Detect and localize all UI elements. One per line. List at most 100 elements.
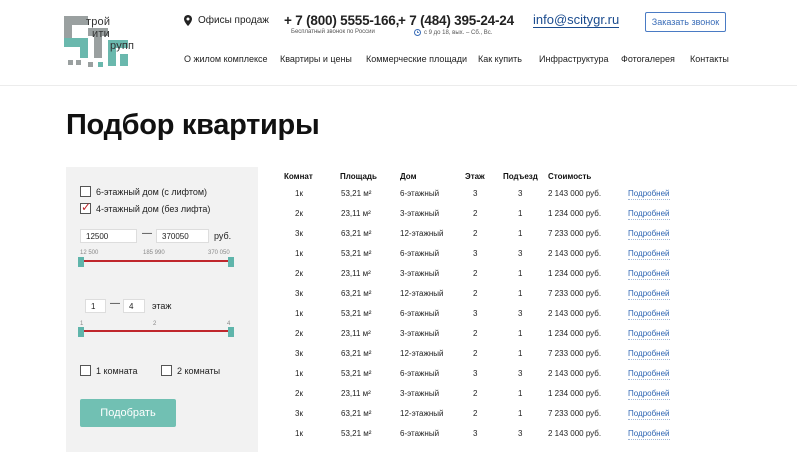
- details-link[interactable]: Подробней: [628, 409, 670, 420]
- house-6-label: 6-этажный дом (с лифтом): [96, 186, 208, 197]
- cell-entrance: 3: [518, 189, 523, 198]
- details-link[interactable]: Подробней: [628, 309, 670, 320]
- cell-area: 63,21 м²: [341, 229, 372, 238]
- price-tick-mid: 185 990: [143, 250, 165, 256]
- price-slider-handle-max[interactable]: [228, 257, 234, 267]
- floor-slider-handle-min[interactable]: [78, 327, 84, 337]
- details-link[interactable]: Подробней: [628, 249, 670, 260]
- cell-area: 53,21 м²: [341, 369, 372, 378]
- floor-slider-handle-max[interactable]: [228, 327, 234, 337]
- details-link[interactable]: Подробней: [628, 189, 670, 200]
- cell-area: 23,11 м²: [341, 389, 371, 398]
- cell-floor: 2: [473, 289, 478, 298]
- house-4-checkbox[interactable]: [80, 200, 91, 214]
- details-link[interactable]: Подробней: [628, 429, 670, 440]
- submit-filter-button[interactable]: Подобрать: [80, 399, 176, 427]
- nav-item-infrastructure[interactable]: Инфраструктура: [539, 54, 609, 64]
- cell-rooms: 3к: [295, 229, 303, 238]
- phone-2[interactable]: + 7 (484) 395-24-24: [398, 13, 514, 28]
- cell-rooms: 1к: [295, 309, 303, 318]
- details-link[interactable]: Подробней: [628, 229, 670, 240]
- rooms-option-2[interactable]: 2 комнаты: [161, 365, 220, 376]
- nav-item-about[interactable]: О жилом комплексе: [184, 54, 268, 64]
- price-slider-handle-min[interactable]: [78, 257, 84, 267]
- cell-entrance: 1: [518, 209, 523, 218]
- cell-price: 2 143 000 руб.: [548, 429, 602, 438]
- cell-entrance: 1: [518, 289, 523, 298]
- price-unit: руб.: [214, 231, 232, 241]
- price-from-input[interactable]: 12500: [80, 229, 137, 243]
- price-slider-track[interactable]: [81, 260, 231, 262]
- col-header-entrance: Подъезд: [503, 172, 538, 181]
- details-link[interactable]: Подробней: [628, 269, 670, 280]
- logo-text-2: ити: [92, 28, 110, 40]
- details-link[interactable]: Подробней: [628, 349, 670, 360]
- cell-floor: 2: [473, 329, 478, 338]
- clock-icon: [414, 29, 421, 36]
- map-pin-icon: [184, 15, 192, 26]
- sales-offices-link[interactable]: Офисы продаж: [184, 15, 269, 26]
- email-link[interactable]: info@scitygr.ru: [533, 12, 620, 28]
- rooms-option-1[interactable]: 1 комната: [80, 365, 138, 376]
- house-option-6-floor[interactable]: 6-этажный дом (с лифтом): [80, 186, 207, 197]
- phone-1-note: Бесплатный звонок по России: [291, 29, 375, 35]
- logo-text-1: трой: [86, 16, 111, 28]
- rooms-2-checkbox[interactable]: [161, 365, 172, 376]
- cell-rooms: 2к: [295, 269, 303, 278]
- cell-price: 2 143 000 руб.: [548, 189, 602, 198]
- cell-house: 12-этажный: [400, 229, 444, 238]
- cell-floor: 3: [473, 309, 478, 318]
- phone-2-hours: с 9 до 18, вых. – Сб., Вс.: [414, 29, 492, 36]
- rooms-1-checkbox[interactable]: [80, 365, 91, 376]
- cell-rooms: 2к: [295, 389, 303, 398]
- col-header-floor: Этаж: [465, 172, 485, 181]
- cell-rooms: 1к: [295, 429, 303, 438]
- cell-area: 63,21 м²: [341, 289, 372, 298]
- price-range-dash: —: [142, 228, 152, 239]
- cell-house: 12-этажный: [400, 409, 444, 418]
- cell-entrance: 1: [518, 409, 523, 418]
- cell-floor: 3: [473, 189, 478, 198]
- col-header-rooms: Комнат: [284, 172, 313, 181]
- cell-price: 1 234 000 руб.: [548, 269, 602, 278]
- house-option-4-floor[interactable]: 4-этажный дом (без лифта): [80, 200, 210, 214]
- floor-range-dash: —: [110, 298, 120, 309]
- cell-rooms: 2к: [295, 329, 303, 338]
- cell-floor: 3: [473, 429, 478, 438]
- phone-1[interactable]: + 7 (800) 5555-166,: [284, 13, 399, 28]
- cell-price: 1 234 000 руб.: [548, 209, 602, 218]
- col-header-house: Дом: [400, 172, 417, 181]
- cell-floor: 2: [473, 349, 478, 358]
- house-6-checkbox[interactable]: [80, 186, 91, 197]
- company-logo[interactable]: трой ити рупп: [64, 16, 134, 70]
- nav-item-commercial[interactable]: Коммерческие площади: [366, 54, 467, 64]
- request-call-button[interactable]: Заказать звонок: [645, 12, 726, 32]
- details-link[interactable]: Подробней: [628, 209, 670, 220]
- rooms-2-label: 2 комнаты: [177, 365, 221, 376]
- cell-price: 2 143 000 руб.: [548, 249, 602, 258]
- cell-area: 53,21 м²: [341, 249, 372, 258]
- cell-rooms: 3к: [295, 349, 303, 358]
- price-tick-max: 370 050: [208, 250, 230, 256]
- floor-slider-track[interactable]: [81, 330, 231, 332]
- cell-floor: 2: [473, 389, 478, 398]
- details-link[interactable]: Подробней: [628, 389, 670, 400]
- cell-area: 53,21 м²: [341, 309, 372, 318]
- cell-rooms: 1к: [295, 189, 303, 198]
- price-to-input[interactable]: 370050: [156, 229, 209, 243]
- cell-entrance: 1: [518, 389, 523, 398]
- cell-price: 7 233 000 руб.: [548, 229, 602, 238]
- details-link[interactable]: Подробней: [628, 329, 670, 340]
- floor-from-input[interactable]: 1: [85, 299, 106, 313]
- nav-item-contacts[interactable]: Контакты: [690, 54, 729, 64]
- nav-item-apartments[interactable]: Квартиры и цены: [280, 54, 352, 64]
- cell-house: 3-этажный: [400, 389, 440, 398]
- cell-price: 7 233 000 руб.: [548, 409, 602, 418]
- cell-area: 63,21 м²: [341, 349, 372, 358]
- nav-item-gallery[interactable]: Фотогалерея: [621, 54, 675, 64]
- details-link[interactable]: Подробней: [628, 289, 670, 300]
- details-link[interactable]: Подробней: [628, 369, 670, 380]
- floor-to-input[interactable]: 4: [123, 299, 145, 313]
- cell-house: 3-этажный: [400, 209, 440, 218]
- nav-item-how-to-buy[interactable]: Как купить: [478, 54, 522, 64]
